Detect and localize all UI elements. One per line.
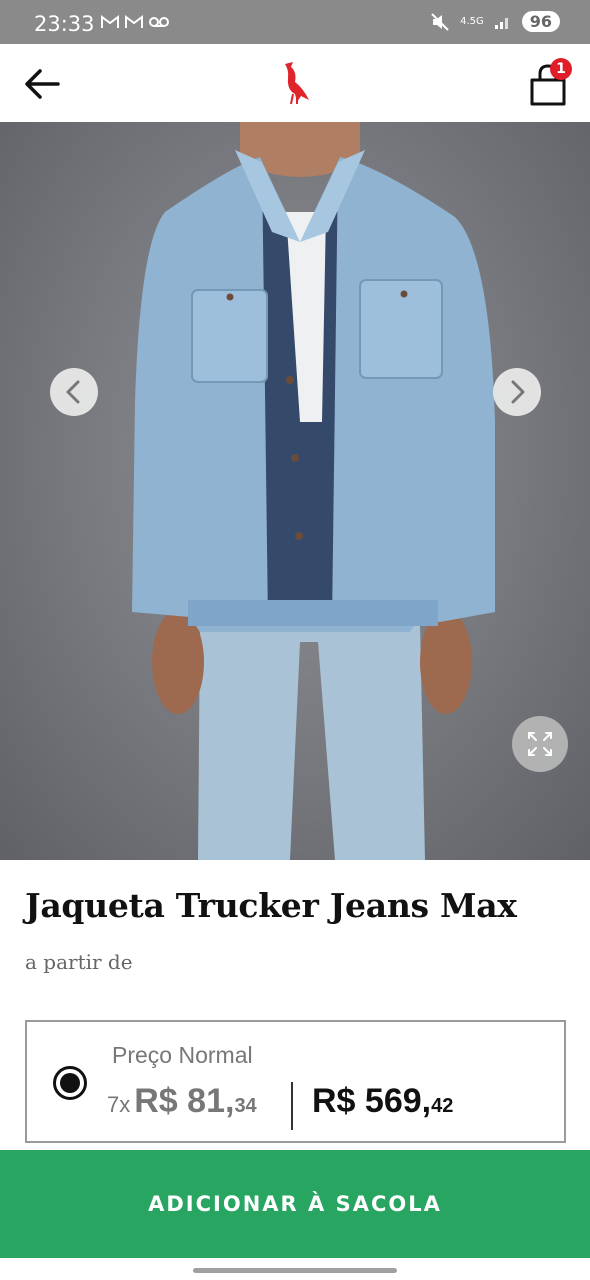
installment-price: 7x R$ 81, 34 [107, 1082, 257, 1121]
status-bar: 23:33 4.5G 96 [0, 0, 590, 44]
cart-count-badge: 1 [550, 58, 572, 80]
home-indicator[interactable] [193, 1268, 397, 1273]
price-option-card[interactable]: Preço Normal 7x R$ 81, 34 R$ 569, 42 [25, 1020, 566, 1143]
price-option-radio[interactable] [53, 1066, 87, 1100]
gmail-icon [101, 15, 119, 28]
full-price-value: R$ 569, [312, 1082, 432, 1120]
network-type: 4.5G [460, 16, 484, 27]
product-image[interactable] [0, 122, 590, 860]
chevron-left-icon [66, 380, 80, 404]
status-time: 23:33 [34, 12, 95, 36]
notification-icons [100, 14, 170, 30]
product-photo [132, 122, 495, 860]
gmail-icon [125, 15, 143, 28]
chevron-right-icon [511, 380, 525, 404]
brand-bird-icon [285, 62, 309, 105]
installment-value: R$ 81, [134, 1082, 235, 1120]
full-price: R$ 569, 42 [312, 1082, 453, 1121]
system-icons: 4.5G 96 [430, 11, 560, 32]
brand-logo[interactable] [275, 58, 315, 106]
installment-count: 7x [107, 1092, 131, 1117]
price-prefix: a partir de [25, 950, 133, 974]
price-divider [291, 1082, 293, 1130]
app-header: 1 [0, 44, 590, 122]
cart-button[interactable]: 1 [526, 58, 574, 108]
signal-icon [494, 17, 508, 29]
battery-indicator: 96 [521, 11, 560, 32]
carousel-next-button[interactable] [493, 368, 541, 416]
arrow-left-icon [25, 69, 60, 99]
system-nav-bar [0, 1258, 590, 1280]
voicemail-icon [149, 17, 169, 27]
full-price-cents: 42 [431, 1095, 454, 1117]
product-title: Jaqueta Trucker Jeans Max [25, 886, 517, 925]
mute-icon [431, 12, 449, 31]
radio-selected-dot [60, 1073, 80, 1093]
expand-icon [528, 732, 552, 756]
back-button[interactable] [20, 62, 64, 106]
price-option-label: Preço Normal [112, 1042, 253, 1068]
installment-cents: 34 [234, 1095, 257, 1117]
carousel-prev-button[interactable] [50, 368, 98, 416]
expand-image-button[interactable] [512, 716, 568, 772]
add-to-bag-button[interactable]: ADICIONAR À SACOLA [0, 1150, 590, 1258]
